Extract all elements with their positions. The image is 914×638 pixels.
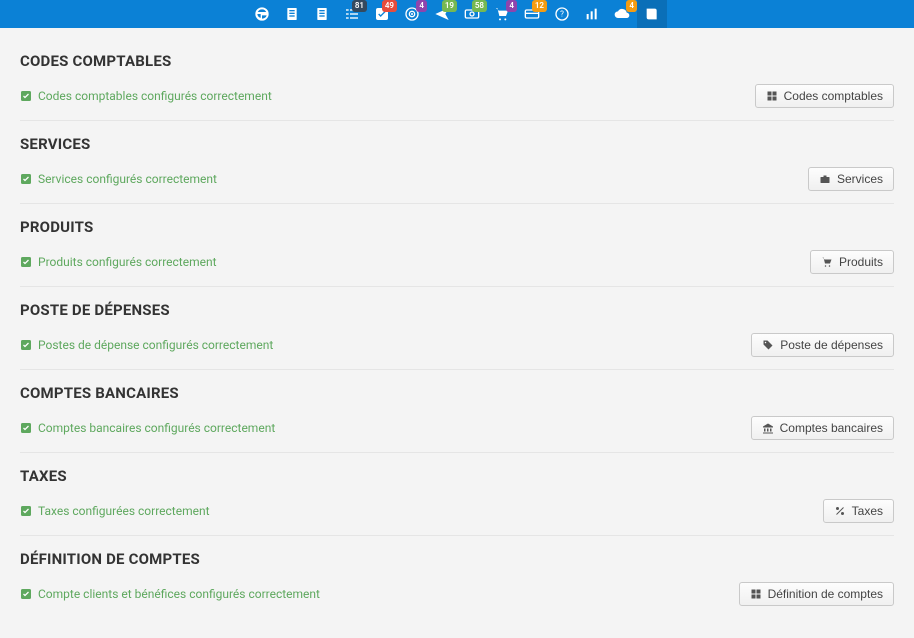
status-line: Comptes bancaires configurés correctemen…: [20, 421, 275, 435]
doc2-icon[interactable]: [307, 0, 337, 28]
section-comptes-bancaires: COMPTES BANCAIRES Comptes bancaires conf…: [20, 370, 894, 453]
section-title: SERVICES: [20, 135, 894, 153]
section-services: SERVICES Services configurés correctemen…: [20, 121, 894, 204]
status-line: Codes comptables configurés correctement: [20, 89, 272, 103]
send-badge: 19: [442, 0, 457, 12]
section-produits: PRODUITS Produits configurés correctemen…: [20, 204, 894, 287]
taxes-button[interactable]: Taxes: [823, 499, 894, 523]
section-codes-comptables: CODES COMPTABLES Codes comptables config…: [20, 38, 894, 121]
section-title: COMPTES BANCAIRES: [20, 384, 894, 402]
button-label: Poste de dépenses: [780, 338, 883, 352]
status-text: Produits configurés correctement: [38, 255, 217, 269]
cloud-badge: 4: [626, 0, 637, 12]
button-label: Codes comptables: [784, 89, 883, 103]
services-button[interactable]: Services: [808, 167, 894, 191]
section-title: POSTE DE DÉPENSES: [20, 301, 894, 319]
help-icon[interactable]: ?: [547, 0, 577, 28]
cloud-icon[interactable]: 4: [607, 0, 637, 28]
status-text: Services configurés correctement: [38, 172, 217, 186]
status-text: Postes de dépense configurés correctemen…: [38, 338, 273, 352]
produits-button[interactable]: Produits: [810, 250, 894, 274]
codes-comptables-button[interactable]: Codes comptables: [755, 84, 894, 108]
check-square-icon: [20, 588, 32, 600]
card-icon[interactable]: 12: [517, 0, 547, 28]
cart-badge: 4: [506, 0, 517, 12]
list-icon[interactable]: 81: [337, 0, 367, 28]
button-label: Taxes: [852, 504, 883, 518]
status-line: Produits configurés correctement: [20, 255, 217, 269]
target-icon[interactable]: 4: [397, 0, 427, 28]
section-title: DÉFINITION DE COMPTES: [20, 550, 894, 568]
check-square-icon: [20, 90, 32, 102]
status-line: Postes de dépense configurés correctemen…: [20, 338, 273, 352]
topbar: 81 49 4 19 58 4 12 ? 4: [0, 0, 914, 28]
check-icon[interactable]: 49: [367, 0, 397, 28]
status-text: Compte clients et bénéfices configurés c…: [38, 587, 320, 601]
check-badge: 49: [382, 0, 397, 12]
button-label: Produits: [839, 255, 883, 269]
button-label: Services: [837, 172, 883, 186]
chart-icon[interactable]: [577, 0, 607, 28]
check-square-icon: [20, 256, 32, 268]
doc1-icon[interactable]: [277, 0, 307, 28]
section-title: CODES COMPTABLES: [20, 52, 894, 70]
dashboard-icon[interactable]: [247, 0, 277, 28]
grid-icon: [766, 90, 778, 102]
status-text: Taxes configurées correctement: [38, 504, 210, 518]
poste-depenses-button[interactable]: Poste de dépenses: [751, 333, 894, 357]
status-line: Compte clients et bénéfices configurés c…: [20, 587, 320, 601]
pay-badge: 58: [472, 0, 487, 12]
book-icon[interactable]: [637, 0, 667, 28]
content: CODES COMPTABLES Codes comptables config…: [0, 28, 914, 638]
list-badge: 81: [352, 0, 367, 12]
briefcase-icon: [819, 173, 831, 185]
check-square-icon: [20, 339, 32, 351]
cart-icon[interactable]: 4: [487, 0, 517, 28]
check-square-icon: [20, 422, 32, 434]
button-label: Comptes bancaires: [780, 421, 883, 435]
section-poste-depenses: POSTE DE DÉPENSES Postes de dépense conf…: [20, 287, 894, 370]
pay-icon[interactable]: 58: [457, 0, 487, 28]
check-square-icon: [20, 505, 32, 517]
grid-icon: [750, 588, 762, 600]
svg-text:?: ?: [560, 10, 564, 19]
section-title: PRODUITS: [20, 218, 894, 236]
target-badge: 4: [416, 0, 427, 12]
definition-comptes-button[interactable]: Définition de comptes: [739, 582, 894, 606]
section-taxes: TAXES Taxes configurées correctement Tax…: [20, 453, 894, 536]
comptes-bancaires-button[interactable]: Comptes bancaires: [751, 416, 894, 440]
section-definition-comptes: DÉFINITION DE COMPTES Compte clients et …: [20, 536, 894, 618]
status-line: Services configurés correctement: [20, 172, 217, 186]
percent-icon: [834, 505, 846, 517]
button-label: Définition de comptes: [768, 587, 883, 601]
send-icon[interactable]: 19: [427, 0, 457, 28]
bank-icon: [762, 422, 774, 434]
status-text: Comptes bancaires configurés correctemen…: [38, 421, 275, 435]
tag-icon: [762, 339, 774, 351]
card-badge: 12: [532, 0, 547, 12]
status-text: Codes comptables configurés correctement: [38, 89, 272, 103]
section-title: TAXES: [20, 467, 894, 485]
status-line: Taxes configurées correctement: [20, 504, 210, 518]
check-square-icon: [20, 173, 32, 185]
cart-icon: [821, 256, 833, 268]
